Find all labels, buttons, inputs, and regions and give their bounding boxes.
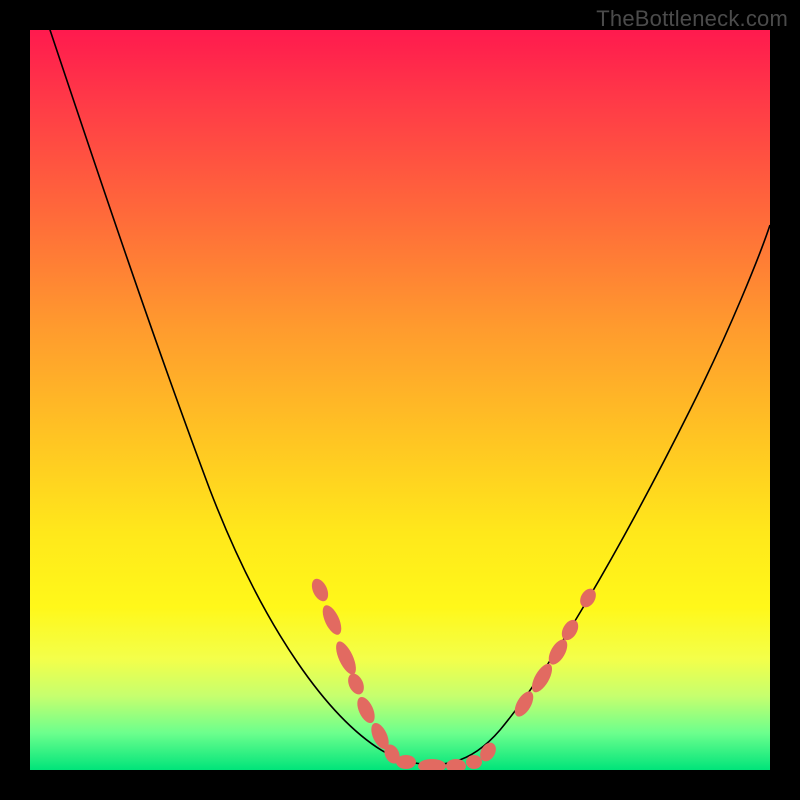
plot-area	[30, 30, 770, 770]
curve-marker	[577, 586, 599, 610]
curve-marker	[511, 688, 537, 719]
curve-marker	[466, 755, 482, 769]
curve-marker	[332, 639, 360, 678]
curve-marker	[418, 759, 446, 770]
curve-marker	[345, 671, 367, 697]
curve-layer	[30, 30, 770, 770]
bottleneck-curve	[30, 30, 770, 765]
curve-marker	[558, 617, 581, 643]
curve-marker	[446, 759, 466, 770]
curve-marker	[319, 603, 345, 638]
chart-frame: TheBottleneck.com	[0, 0, 800, 800]
curve-marker	[528, 661, 556, 696]
curve-marker	[309, 576, 332, 604]
curve-marker	[354, 694, 379, 725]
curve-marker	[396, 755, 416, 769]
marker-group	[309, 576, 599, 770]
watermark-text: TheBottleneck.com	[596, 6, 788, 32]
